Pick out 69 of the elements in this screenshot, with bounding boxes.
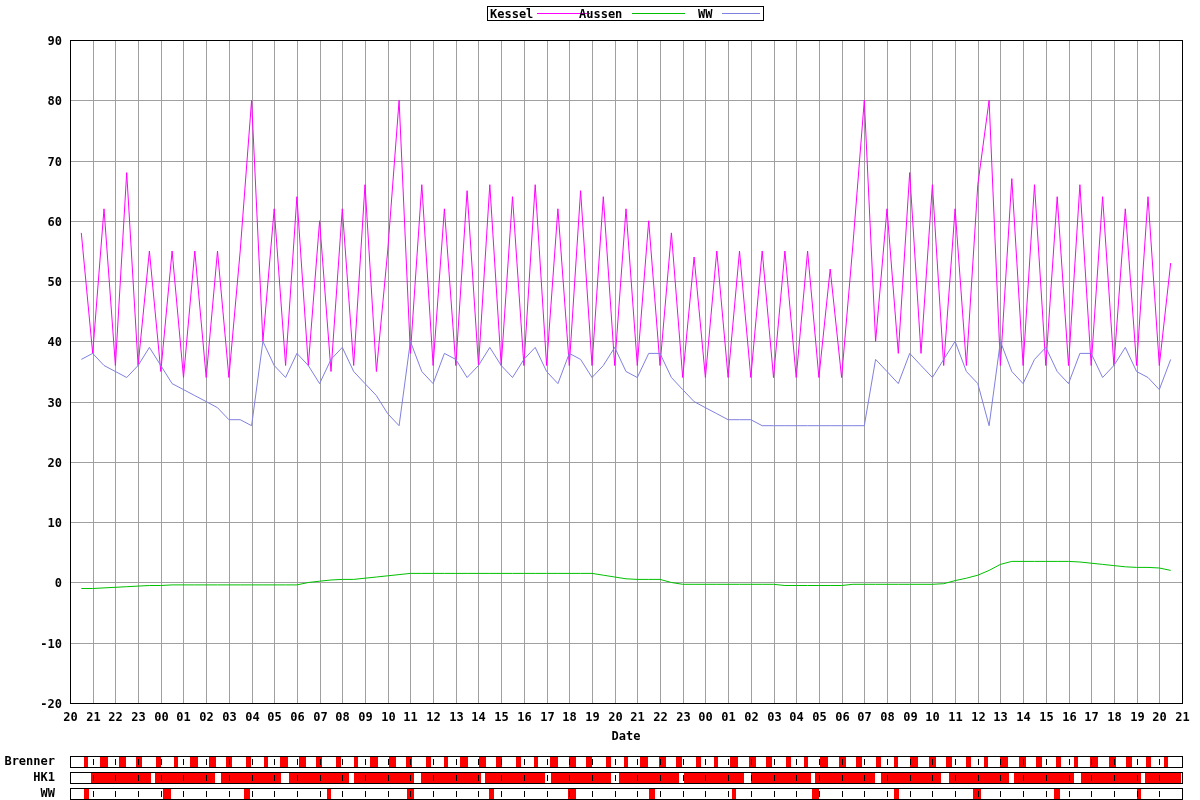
axis-tick-label: 11 [948,710,963,724]
axis-tick-label: 20 [608,710,623,724]
state-bar-label: HK1 [33,770,55,784]
axis-tick-label: 20 [47,455,62,470]
axis-tick-label: 02 [744,710,759,724]
axis-tick-label: 08 [880,710,895,724]
axis-tick-label: 04 [789,710,804,724]
axis-tick-label: 16 [1062,710,1077,724]
axis-tick-label: 10 [925,710,940,724]
axis-tick-label: -20 [40,696,62,711]
axis-tick-label: 0 [54,575,62,590]
axis-tick-label: 01 [721,710,736,724]
legend-label: Kessel [490,7,534,21]
axis-tick-label: 19 [585,710,600,724]
axis-tick-label: 02 [199,710,214,724]
axis-tick-label: 50 [47,274,62,289]
axis-tick-label: 05 [812,710,827,724]
axis-tick-label: 06 [835,710,850,724]
axis-tick-label: 03 [767,710,782,724]
state-bar-label: WW [40,786,55,800]
axis-tick-label: 80 [47,93,62,108]
legend-label: Aussen [579,7,623,21]
axis-tick-label: 18 [1107,710,1122,724]
axis-tick-label: 14 [471,710,486,724]
axis-tick-label: 60 [47,214,62,229]
axis-tick-label: 15 [494,710,509,724]
axis-tick-label: 12 [971,710,986,724]
axis-tick-label: 13 [993,710,1008,724]
axis-tick-label: 07 [857,710,872,724]
axis-tick-label: 23 [676,710,691,724]
axis-tick-label: 08 [335,710,350,724]
axis-tick-label: 13 [449,710,464,724]
axis-tick-label: 14 [1016,710,1031,724]
axis-tick-label: 18 [562,710,577,724]
axis-tick-label: 21 [1175,710,1190,724]
axis-tick-label: 21 [630,710,645,724]
axis-tick-label: 17 [540,710,555,724]
axis-tick-label: 00 [154,710,169,724]
axis-tick-label: 90 [47,33,62,48]
axis-tick-label: 09 [358,710,373,724]
axis-tick-label: 12 [426,710,441,724]
axis-tick-label: 30 [47,395,62,410]
axis-tick-label: 22 [108,710,123,724]
axis-tick-label: 16 [517,710,532,724]
axis-tick-label: 19 [1130,710,1145,724]
axis-tick-label: 40 [47,334,62,349]
axis-tick-label: 05 [267,710,282,724]
axis-tick-label: 06 [290,710,305,724]
legend-label: WW [698,7,713,21]
axis-tick-label: 15 [1039,710,1054,724]
axis-tick-label: 00 [698,710,713,724]
axis-tick-label: 17 [1084,710,1099,724]
axis-tick-label: 01 [176,710,191,724]
axis-title: Date [611,729,641,743]
axis-tick-label: 09 [903,710,918,724]
axis-tick-label: -10 [40,636,62,651]
axis-tick-label: 10 [47,515,62,530]
state-bar-label: Brenner [4,754,55,768]
axis-tick-label: 07 [313,710,328,724]
axis-tick-label: 03 [222,710,237,724]
axis-tick-label: 22 [653,710,668,724]
axis-tick-label: 10 [381,710,396,724]
axis-tick-label: 23 [131,710,146,724]
axis-tick-label: 20 [63,710,78,724]
axis-tick-label: 20 [1152,710,1167,724]
axis-tick-label: 70 [47,154,62,169]
axis-tick-label: 11 [403,710,418,724]
axis-tick-label: 21 [86,710,101,724]
axis-tick-label: 04 [245,710,260,724]
